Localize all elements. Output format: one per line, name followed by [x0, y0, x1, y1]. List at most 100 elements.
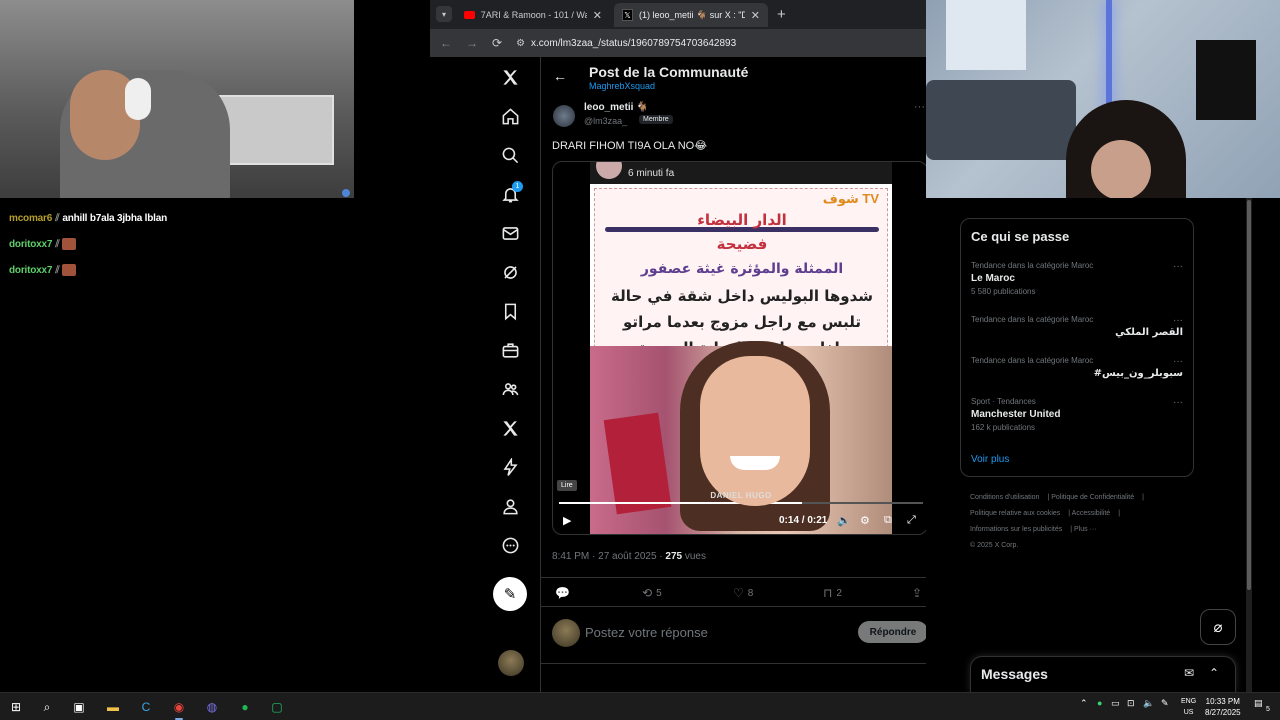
- keyboard-layout: US: [1183, 709, 1194, 716]
- profile-icon[interactable]: [490, 491, 530, 521]
- grok-button[interactable]: ⌀: [1200, 609, 1236, 645]
- trend-name: القصر الملكي: [1115, 327, 1183, 338]
- footer-link[interactable]: Informations sur les publicités: [970, 526, 1062, 533]
- home-icon[interactable]: [490, 101, 530, 131]
- notification-count: 5: [1266, 706, 1270, 713]
- messages-drawer[interactable]: Messages ✉ ⌃: [970, 656, 1236, 692]
- post-more-icon[interactable]: ···: [914, 101, 925, 113]
- tab-x-post[interactable]: 𝕏 (1) leoo_metii 🐐 sur X : "DRARI... ✕: [614, 3, 768, 27]
- trend-more-icon[interactable]: ···: [1173, 261, 1183, 272]
- like-button[interactable]: ♡ 8: [733, 586, 753, 600]
- author-avatar[interactable]: [553, 105, 575, 127]
- spotify-icon[interactable]: ●: [236, 698, 254, 716]
- back-arrow-icon[interactable]: ←: [553, 68, 567, 84]
- footer-link[interactable]: Politique relative aux cookies: [970, 510, 1060, 517]
- search-icon[interactable]: ⌕: [38, 698, 56, 716]
- share-button[interactable]: ⇪: [912, 586, 922, 600]
- jobs-icon[interactable]: [490, 335, 530, 365]
- tab-bar: ▾ 7ARI & Ramoon - 101 / Wad A... ✕ 𝕏 (1)…: [430, 0, 926, 29]
- account-avatar[interactable]: [498, 650, 524, 676]
- network-icon[interactable]: ⊡: [1127, 698, 1135, 709]
- trend-name: Le Maroc: [971, 273, 1015, 284]
- discord-icon[interactable]: ◍: [203, 698, 221, 716]
- tab-search-button[interactable]: ▾: [436, 6, 452, 22]
- system-clock[interactable]: 10:33 PM 8/27/2025: [1205, 696, 1241, 718]
- footer-link[interactable]: Accessibilité: [1072, 510, 1111, 517]
- status-icon[interactable]: ●: [1097, 698, 1102, 708]
- new-tab-button[interactable]: +: [777, 6, 786, 23]
- close-tab-icon[interactable]: ✕: [593, 9, 602, 22]
- close-tab-icon[interactable]: ✕: [751, 9, 760, 22]
- file-explorer-icon[interactable]: ▬: [104, 698, 122, 716]
- tray-chevron-icon[interactable]: ⌃: [1080, 698, 1088, 709]
- kick-icon[interactable]: ▢: [268, 698, 286, 716]
- compose-post-button[interactable]: ✎: [493, 577, 527, 611]
- task-view-icon[interactable]: ▣: [70, 698, 88, 716]
- messages-icon[interactable]: [490, 218, 530, 248]
- communities-icon[interactable]: [490, 374, 530, 404]
- x-logo-icon[interactable]: [490, 62, 530, 92]
- url-text: x.com/lm3zaa_/status/1960789754703642893: [531, 37, 737, 49]
- trend-more-icon[interactable]: ···: [1173, 315, 1183, 326]
- expand-icon[interactable]: ⌃: [1209, 666, 1219, 680]
- ccleaner-icon[interactable]: C: [137, 698, 155, 716]
- post-meta: 8:41 PM · 27 août 2025 · 275 vues: [552, 551, 706, 562]
- back-icon[interactable]: ←: [440, 36, 452, 50]
- trend-item[interactable]: Tendance dans la catégorie Maroc Le Maro…: [971, 261, 1183, 296]
- video-player[interactable]: 6 minuti fa شوف TV الدار البيضاء فضيحة ا…: [552, 161, 928, 535]
- reply-submit-button[interactable]: Répondre: [858, 621, 928, 643]
- volume-icon[interactable]: 🔈: [1143, 698, 1154, 709]
- repost-button[interactable]: ⟲ 5: [642, 586, 662, 600]
- show-more-link[interactable]: Voir plus: [971, 454, 1009, 465]
- post-text: DRARI FIHOM TI9A OLA NO😂: [552, 140, 708, 152]
- author-handle[interactable]: @lm3zaa_: [584, 116, 627, 126]
- notification-center-icon[interactable]: ▤: [1254, 698, 1263, 709]
- trend-more-icon[interactable]: ···: [1173, 356, 1183, 367]
- more-icon[interactable]: [490, 530, 530, 560]
- play-icon[interactable]: ▶: [563, 514, 571, 527]
- tray-app-icon[interactable]: ▭: [1111, 698, 1120, 709]
- bookmarks-icon[interactable]: [490, 296, 530, 326]
- premium-icon[interactable]: [490, 413, 530, 443]
- forward-icon[interactable]: →: [466, 36, 478, 50]
- reload-icon[interactable]: ⟳: [492, 36, 502, 50]
- community-link[interactable]: MaghrebXsquad: [589, 81, 655, 91]
- scrollbar-thumb[interactable]: [1247, 200, 1251, 590]
- footer-link[interactable]: Conditions d'utilisation: [970, 494, 1039, 501]
- tab-youtube[interactable]: 7ARI & Ramoon - 101 / Wad A... ✕: [456, 3, 610, 27]
- search-icon[interactable]: [490, 140, 530, 170]
- trend-item[interactable]: Tendance dans la catégorie Maroc القصر ا…: [971, 315, 1183, 338]
- page-scrollbar[interactable]: [1246, 198, 1252, 692]
- footer-link[interactable]: Plus ···: [1074, 526, 1097, 533]
- pen-icon[interactable]: ✎: [1161, 698, 1169, 709]
- trend-item[interactable]: Sport · Tendances Manchester United 162 …: [971, 397, 1183, 432]
- chat-username: mcomar6: [9, 212, 53, 224]
- grok-icon[interactable]: [490, 257, 530, 287]
- windows-start-icon[interactable]: ⊞: [7, 698, 25, 716]
- chrome-icon[interactable]: ◉: [170, 698, 188, 716]
- reply-input[interactable]: Postez votre réponse: [585, 625, 708, 640]
- news-photo: DANIEL HUGO: [590, 341, 892, 534]
- trend-item[interactable]: Tendance dans la catégorie Maroc #سبوبلر…: [971, 356, 1183, 379]
- notifications-icon[interactable]: 1: [490, 179, 530, 209]
- trend-more-icon[interactable]: ···: [1173, 397, 1183, 408]
- volume-icon[interactable]: 🔈: [837, 514, 851, 527]
- footer-link[interactable]: Politique de Confidentialité: [1051, 494, 1134, 501]
- tab-title: 7ARI & Ramoon - 101 / Wad A...: [480, 10, 587, 20]
- post-timestamp[interactable]: 8:41 PM · 27 août 2025 ·: [552, 551, 665, 562]
- verified-orgs-icon[interactable]: [490, 452, 530, 482]
- site-info-icon[interactable]: ⚙: [516, 38, 525, 49]
- trend-count: 162 k publications: [971, 423, 1036, 432]
- fullscreen-icon[interactable]: ⤢: [907, 514, 916, 527]
- url-field[interactable]: ⚙ x.com/lm3zaa_/status/19607897547036428…: [516, 38, 926, 49]
- author-name[interactable]: leoo_metii 🐐: [584, 102, 649, 113]
- notification-badge: 1: [512, 181, 523, 192]
- bookmark-button[interactable]: ⊓ 2: [823, 586, 842, 600]
- settings-icon[interactable]: ⚙: [860, 514, 870, 527]
- clock-date: 8/27/2025: [1205, 708, 1241, 717]
- new-message-icon[interactable]: ✉: [1184, 666, 1194, 680]
- language-code: ENG: [1181, 698, 1197, 705]
- language-indicator[interactable]: ENG US: [1181, 696, 1196, 718]
- picture-in-picture-icon[interactable]: ⧉: [884, 514, 892, 527]
- reply-button[interactable]: 💬: [555, 586, 570, 600]
